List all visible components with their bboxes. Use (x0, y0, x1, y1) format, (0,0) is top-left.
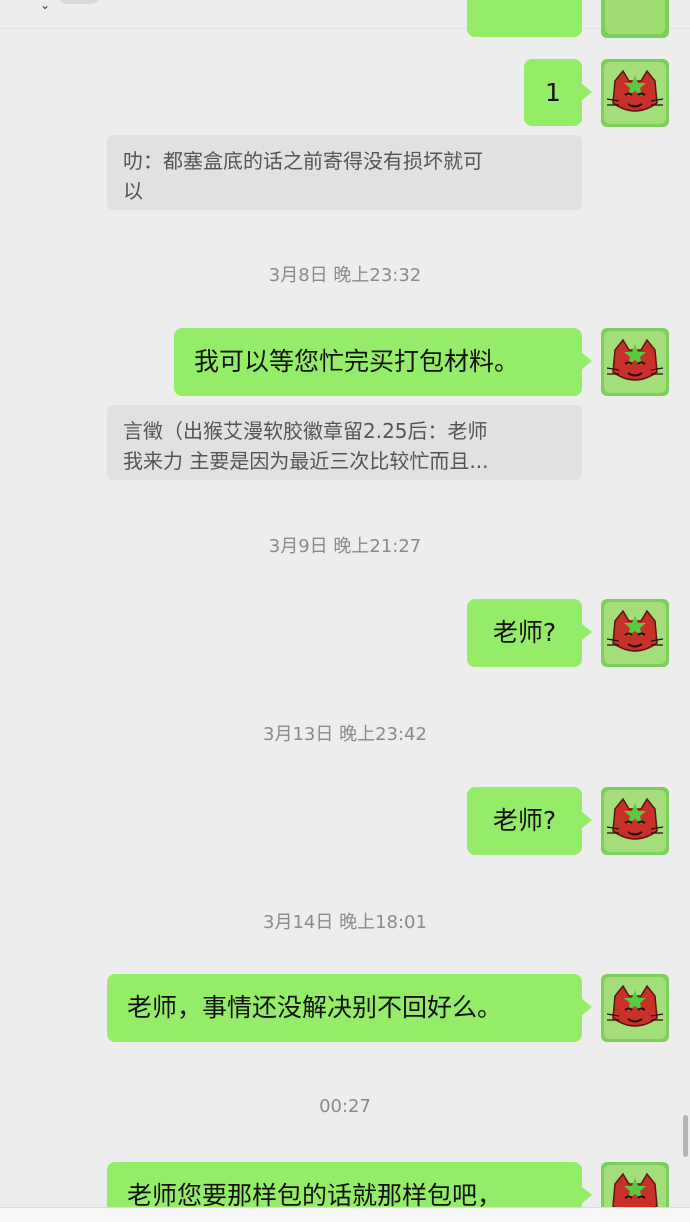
red-cat-avatar-icon (601, 974, 669, 1042)
timestamp: 00:27 (319, 1096, 371, 1117)
message-text: 我可以等您忙完买打包材料。 (194, 347, 520, 376)
message-bubble[interactable]: 老师，事情还没解决别不回好么。 (107, 974, 592, 1042)
message-bubble-partial[interactable] (467, 0, 582, 37)
quote-line: 叻：都塞盒底的话之前寄得没有损坏就可 (123, 149, 483, 173)
scrollbar[interactable] (683, 1115, 688, 1157)
timestamp: 3月13日 晚上23:42 (263, 724, 427, 745)
quote-line: 言徵（出猴艾漫软胶徽章留2.25后：老师 (123, 419, 488, 443)
message-bubble[interactable]: 1 (524, 59, 592, 126)
message-bubble[interactable]: 我可以等您忙完买打包材料。 (174, 328, 592, 396)
message-text: 1 (545, 78, 561, 107)
message-bubble[interactable]: 老师? (467, 787, 592, 855)
message-text: 老师，事情还没解决别不回好么。 (127, 993, 503, 1022)
timestamp: 3月9日 晚上21:27 (268, 536, 422, 557)
input-bar-edge (0, 1207, 690, 1222)
red-cat-avatar-icon (601, 599, 669, 667)
quote-line: 以 (123, 179, 143, 203)
message-text: 老师? (492, 806, 557, 835)
red-cat-avatar-icon (601, 59, 669, 127)
chevron-icon[interactable]: ⌄ (40, 0, 50, 12)
timestamp: 3月14日 晚上18:01 (263, 912, 427, 933)
avatar-icon[interactable] (601, 328, 669, 396)
quoted-message[interactable]: 言徵（出猴艾漫软胶徽章留2.25后：老师 我来力 主要是因为最近三次比较忙而且.… (107, 405, 582, 480)
avatar-icon[interactable] (601, 974, 669, 1042)
avatar-icon[interactable] (601, 787, 669, 855)
red-cat-avatar-icon (601, 0, 669, 38)
chat-screen: ⌄ 1 叻：都塞盒底的话之前寄得没有损坏就可 以 3月8日 晚上23:32 我可… (0, 0, 690, 1222)
top-input-fragment: ⌄ (0, 0, 690, 29)
top-pill[interactable] (58, 0, 100, 4)
message-text: 老师? (492, 618, 557, 647)
quoted-message[interactable]: 叻：都塞盒底的话之前寄得没有损坏就可 以 (107, 135, 582, 210)
red-cat-avatar-icon (601, 328, 669, 396)
message-bubble[interactable]: 老师? (467, 599, 592, 667)
red-cat-avatar-icon (601, 787, 669, 855)
avatar-icon[interactable] (601, 59, 669, 127)
message-text: 老师您要那样包的话就那样包吧， (127, 1181, 503, 1210)
timestamp: 3月8日 晚上23:32 (268, 265, 422, 286)
avatar-icon[interactable] (601, 0, 669, 38)
quote-line: 我来力 主要是因为最近三次比较忙而且... (123, 449, 489, 473)
avatar-icon[interactable] (601, 599, 669, 667)
